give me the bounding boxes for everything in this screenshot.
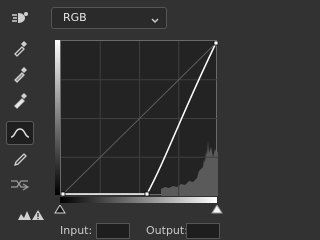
white-point-slider[interactable] [211,205,223,215]
curves-plot [61,41,218,196]
histogram [161,141,218,196]
smooth-icon [11,180,30,191]
smooth-tool[interactable] [6,172,34,196]
channel-select[interactable]: RGB [51,7,167,29]
curve-icon [10,128,30,138]
clipping-warning[interactable] [17,206,47,220]
eyedropper-black-icon [14,41,27,57]
curve-point-white [213,41,218,46]
eyedropper-white-icon [14,93,27,109]
clipping-warning-icon [18,210,44,220]
black-point-slider[interactable] [54,205,66,215]
hand-target-icon [12,12,28,23]
curves-graph[interactable] [60,40,218,196]
eyedropper-gray-icon [14,67,27,83]
input-gradient-bar [60,197,217,203]
on-image-adjust-tool[interactable] [6,6,34,30]
input-field[interactable] [96,223,130,239]
edit-points-tool[interactable] [6,121,34,145]
channel-value: RGB [63,11,87,24]
pencil-icon [13,153,27,167]
sample-black-tool[interactable] [6,36,34,60]
output-label: Output: [146,224,188,237]
output-field[interactable] [186,223,220,239]
curve-point-mid [144,191,150,196]
tool-column [0,0,50,236]
sample-gray-tool[interactable] [6,62,34,86]
draw-curve-tool[interactable] [6,148,34,172]
input-label: Input: [60,224,93,237]
chevron-down-icon [150,11,160,30]
sample-white-tool[interactable] [6,88,34,112]
curve-point-black [61,191,66,196]
